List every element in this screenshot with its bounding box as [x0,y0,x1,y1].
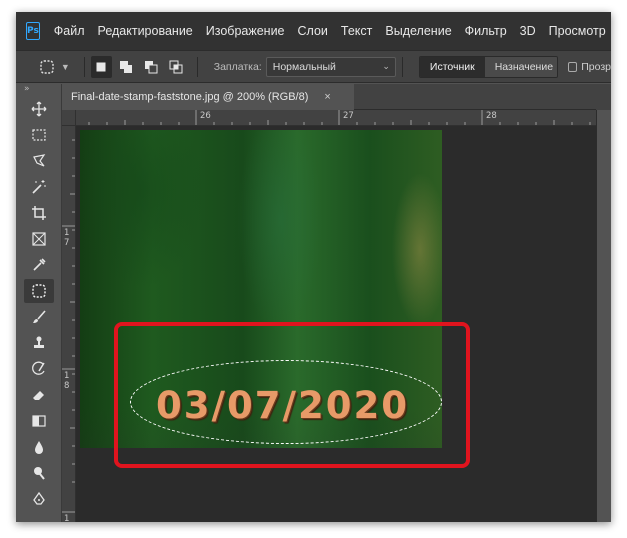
tool-preset-picker[interactable] [36,56,59,78]
tool-patch[interactable] [16,278,62,304]
photoshop-logo-icon: Ps [26,22,40,40]
magic-wand-icon [32,180,46,194]
chevron-down-icon: ⌄ [382,61,390,71]
intersect-selection-icon [169,60,183,73]
menu-file[interactable]: Файл [54,24,85,38]
tool-eraser[interactable] [16,382,62,408]
ruler-left[interactable]: 1 7 1 8 1 [62,126,76,522]
annotation-highlight-box [114,322,470,468]
document-tab-bar: Final-date-stamp-faststone.jpg @ 200% (R… [62,84,611,110]
tool-history-brush[interactable] [16,356,62,382]
marquee-icon [32,129,46,141]
ruler-top-label: 26 [200,111,211,121]
gradient-icon [32,415,46,427]
tool-crop[interactable] [16,200,62,226]
patch-icon [40,59,55,74]
menu-view[interactable]: Просмотр [549,24,606,38]
patch-icon [32,284,46,298]
document-tab[interactable]: Final-date-stamp-faststone.jpg @ 200% (R… [62,84,354,110]
panel-tab [596,84,611,110]
transparent-checkbox[interactable] [567,61,578,72]
menu-filter[interactable]: Фильтр [465,24,507,38]
new-selection-icon [96,62,106,71]
menu-3d[interactable]: 3D [520,24,536,38]
add-selection-icon [120,60,133,73]
chevron-down-icon[interactable]: ▼ [61,62,70,72]
ruler-left-label: 1 [64,514,70,522]
brush-icon [33,310,46,323]
options-bar: ▼ Заплатка: Нормальный ⌄ Источник Назнач… [16,50,611,83]
tool-clone-stamp[interactable] [16,330,62,356]
tool-pen[interactable] [16,486,62,512]
menu-image[interactable]: Изображение [206,24,285,38]
pen-icon [33,491,45,505]
tool-gradient[interactable] [16,408,62,434]
ruler-top-label: 28 [486,111,497,121]
divider [196,56,198,77]
patch-source-toggle: Источник Назначение [418,55,558,78]
divider [83,56,85,77]
tool-move[interactable] [16,96,62,122]
patch-mode-select[interactable]: Нормальный ⌄ [265,56,396,77]
divider [401,56,403,77]
lasso-icon [33,154,46,167]
toolbar: » [16,84,62,522]
frame-icon [32,232,46,246]
patch-label: Заплатка: [213,60,262,73]
move-icon [31,101,47,117]
right-panel-strip [596,110,611,522]
ruler-left-label: 8 [64,381,70,391]
subtract-selection-button[interactable] [141,56,162,78]
tool-magic-wand[interactable] [16,174,62,200]
add-selection-button[interactable] [116,56,137,78]
tool-frame[interactable] [16,226,62,252]
subtract-selection-icon [145,60,158,73]
menu-text[interactable]: Текст [341,24,372,38]
patch-mode-value: Нормальный [272,60,336,73]
blur-icon [35,441,43,454]
menu-select[interactable]: Выделение [385,24,451,38]
toolbar-collapse-icon[interactable]: » [16,84,61,96]
stamp-icon [34,336,44,348]
destination-button[interactable]: Назначение [484,56,557,77]
eyedropper-icon [33,258,46,271]
transparent-label: Прозр [581,60,611,73]
ruler-top-label: 27 [343,111,354,121]
ruler-left-label: 1 [64,371,70,381]
menu-layers[interactable]: Слои [298,24,328,38]
tool-eyedropper[interactable] [16,252,62,278]
crop-icon [32,206,46,220]
source-button[interactable]: Источник [419,56,485,77]
tool-dodge[interactable] [16,460,62,486]
new-selection-button[interactable] [90,55,112,78]
ruler-top[interactable]: 26 27 28 [76,110,596,126]
close-icon[interactable]: × [324,91,330,103]
menu-edit[interactable]: Редактирование [98,24,193,38]
eraser-icon [33,391,44,400]
tool-blur[interactable] [16,434,62,460]
photoshop-window: Ps Файл Редактирование Изображение Слои … [16,12,611,522]
canvas-workspace[interactable]: 03/07/2020 [76,126,596,522]
ruler-corner [62,110,76,126]
document-title: Final-date-stamp-faststone.jpg @ 200% (R… [71,91,309,103]
intersect-selection-button[interactable] [166,56,187,78]
ruler-left-ticks [62,139,75,513]
history-brush-icon [32,361,45,375]
tool-lasso[interactable] [16,148,62,174]
dodge-icon [34,467,45,480]
menu-bar: Ps Файл Редактирование Изображение Слои … [16,12,611,50]
tool-brush[interactable] [16,304,62,330]
ruler-left-label: 7 [64,238,70,248]
ruler-left-label: 1 [64,228,70,238]
tool-marquee[interactable] [16,122,62,148]
ruler-top-ticks [88,110,591,125]
